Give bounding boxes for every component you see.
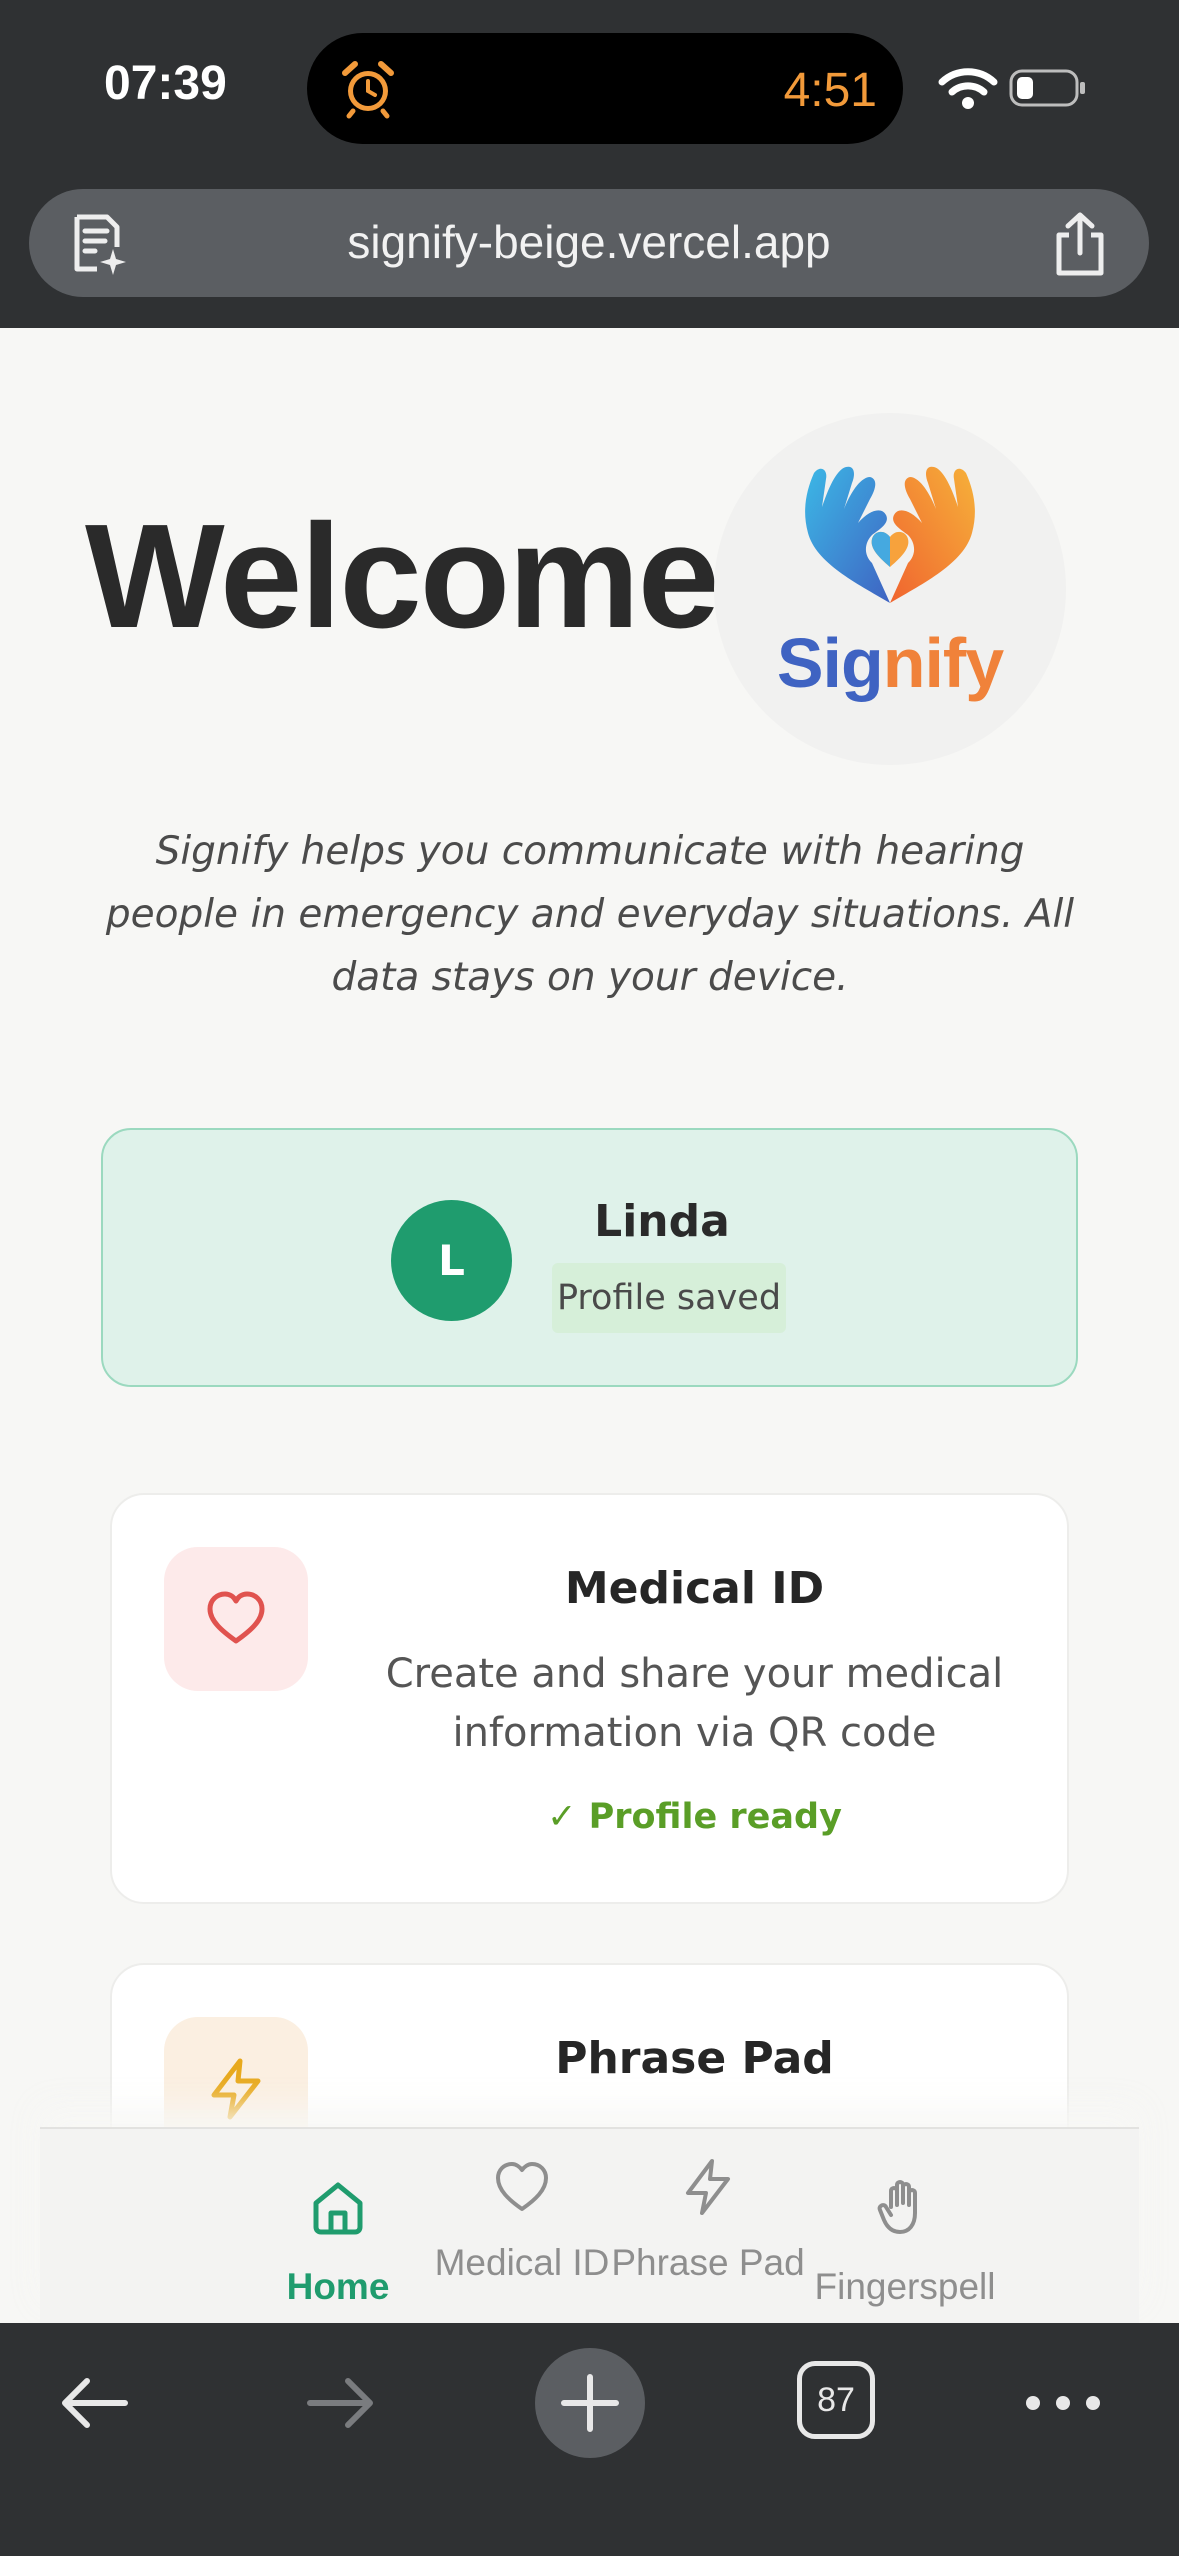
- nav-fingerspell[interactable]: Fingerspell: [770, 2129, 1040, 2325]
- new-tab-button[interactable]: [535, 2348, 645, 2458]
- home-icon: [313, 2182, 363, 2235]
- timer-readout: 4:51: [783, 64, 877, 117]
- url-text[interactable]: signify-beige.vercel.app: [29, 215, 1149, 269]
- hand-icon: [877, 2180, 917, 2234]
- wifi-icon: [938, 68, 998, 109]
- forward-arrow-icon[interactable]: [300, 2363, 380, 2443]
- profile-status-badge: Profile saved: [552, 1263, 786, 1333]
- intro-text: Signify helps you communicate with heari…: [105, 829, 1075, 1000]
- medical-id-title: Medical ID: [564, 1563, 825, 1614]
- back-arrow-icon[interactable]: [55, 2363, 135, 2443]
- profile-card[interactable]: L Linda Profile saved: [101, 1128, 1078, 1387]
- phrase-pad-title: Phrase Pad: [555, 2033, 834, 2084]
- nav-fingerspell-label: Fingerspell: [814, 2266, 996, 2307]
- logo-wordmark-part1: Sig: [776, 624, 884, 702]
- heart-icon: [496, 2162, 548, 2211]
- medical-id-description: Create and share your medical informatio…: [385, 1651, 1004, 1756]
- medical-id-card[interactable]: Medical ID Create and share your medical…: [110, 1493, 1069, 1904]
- page-title: Welcome: [85, 494, 720, 659]
- hands-heart-icon: [805, 466, 975, 603]
- alarm-icon: [342, 61, 394, 119]
- tab-count-button[interactable]: 87: [797, 2361, 875, 2439]
- profile-name: Linda: [594, 1196, 730, 1247]
- avatar: L: [391, 1200, 512, 1321]
- battery-icon: [1009, 69, 1085, 107]
- signify-logo: Signify: [714, 413, 1066, 765]
- logo-wordmark: Signify: [714, 623, 1066, 703]
- browser-top-chrome: 07:39 4:51 signify-beige.vercel.app: [0, 0, 1179, 328]
- more-icon[interactable]: [1018, 2363, 1108, 2443]
- browser-toolbar: 87: [0, 2323, 1179, 2556]
- plus-icon: [561, 2374, 619, 2432]
- lightning-icon: [686, 2159, 730, 2215]
- bottom-nav: Home Medical ID Phrase Pad Fingerspell: [40, 2127, 1139, 2323]
- status-time: 07:39: [104, 57, 227, 110]
- medical-id-status: ✓ Profile ready: [547, 1797, 842, 1837]
- share-icon[interactable]: [1051, 211, 1109, 277]
- dynamic-island: 4:51: [307, 33, 903, 144]
- logo-wordmark-part2: nify: [882, 624, 1004, 702]
- address-bar[interactable]: signify-beige.vercel.app: [29, 189, 1149, 297]
